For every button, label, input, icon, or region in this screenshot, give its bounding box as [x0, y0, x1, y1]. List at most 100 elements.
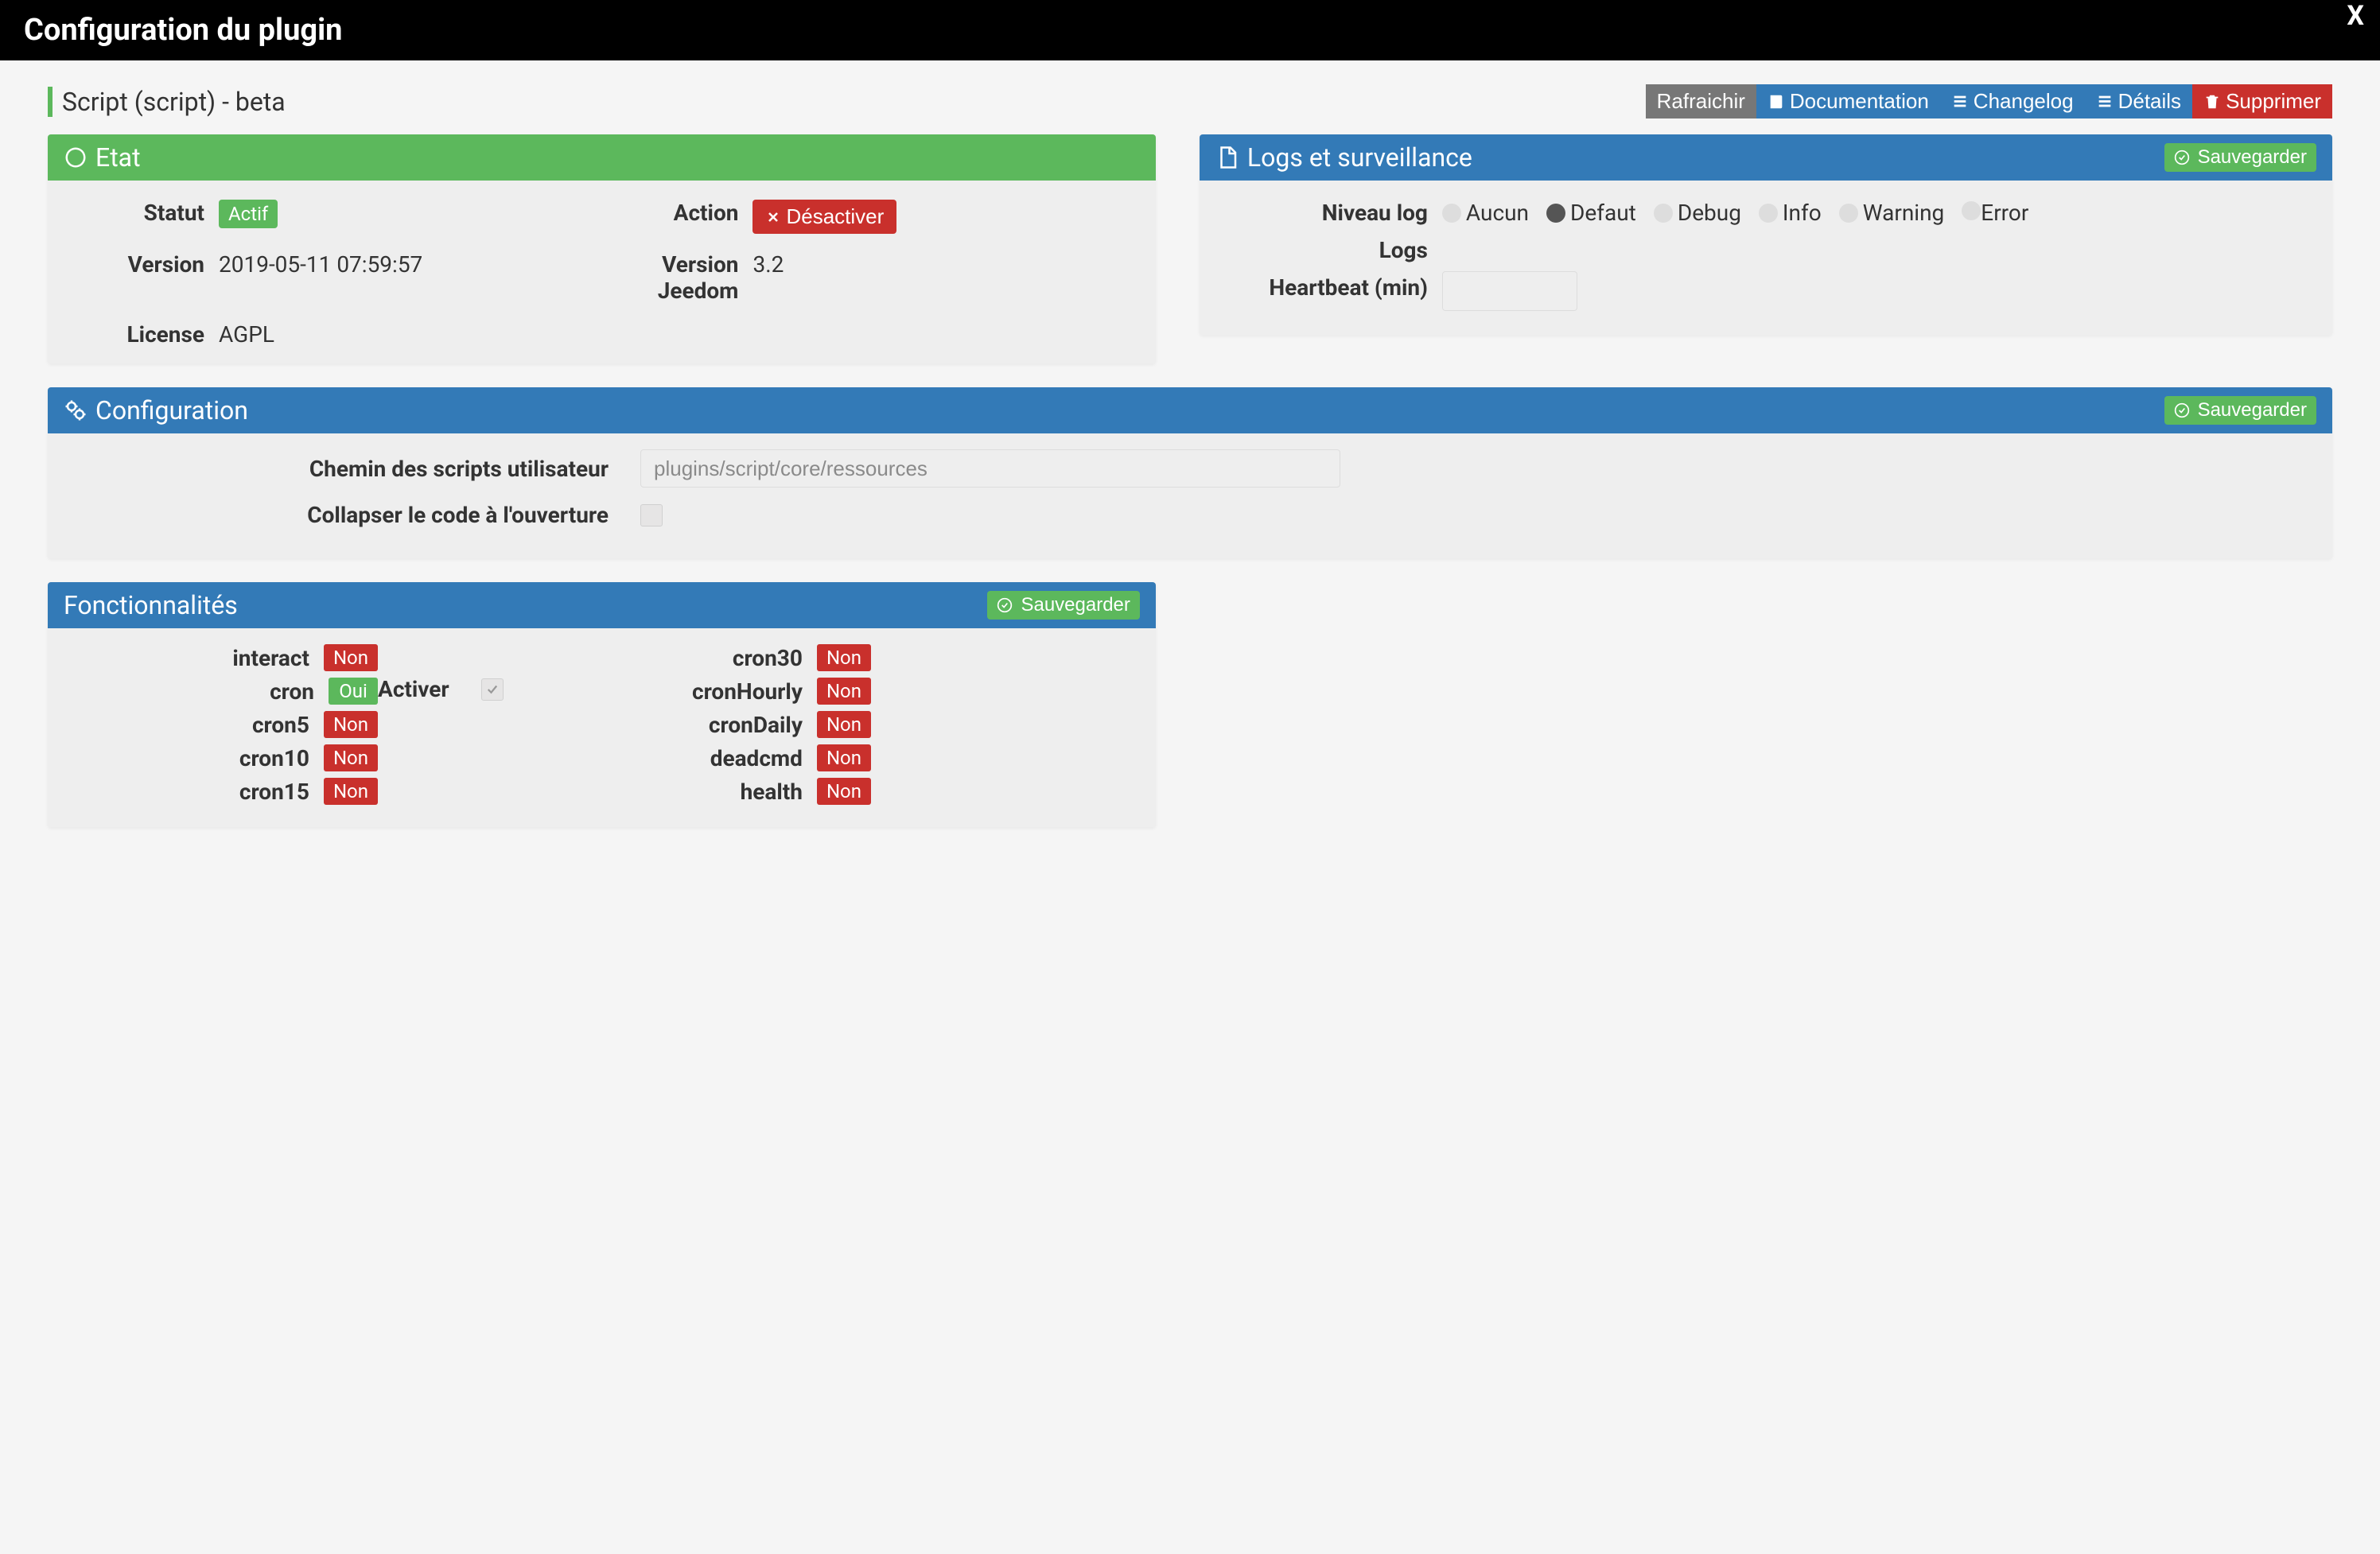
log-level-info[interactable]: Info [1759, 200, 1822, 226]
documentation-button[interactable]: Documentation [1756, 84, 1940, 118]
functionality-row-cron10: cron10Non [68, 744, 378, 771]
functionality-badge: Non [324, 644, 378, 671]
close-icon[interactable]: X [2347, 0, 2364, 32]
cross-icon [765, 209, 781, 225]
configuration-heading-label: Configuration [95, 395, 248, 425]
functionality-label: cron30 [561, 645, 817, 671]
log-level-radios: Aucun Defaut Debug Info Warning Error [1442, 196, 2028, 226]
logs-panel: Logs et surveillance Sauvegarder Niveau … [1200, 134, 2332, 335]
log-level-label: Niveau log [1219, 196, 1442, 226]
power-icon [64, 146, 88, 169]
etat-panel: Etat Statut Actif Action [48, 134, 1156, 363]
config-save-label: Sauvegarder [2198, 399, 2307, 422]
heartbeat-input[interactable] [1442, 271, 1577, 311]
functionality-heading: Fonctionnalités Sauvegarder [48, 582, 1156, 628]
plugin-title: Script (script) - beta [48, 87, 286, 117]
jeedom-version-value: 3.2 [752, 248, 1135, 278]
functionality-badge: Non [817, 744, 871, 771]
check-circle-icon [2174, 150, 2190, 165]
logs-heading: Logs et surveillance Sauvegarder [1200, 134, 2332, 181]
functionality-label: cron15 [68, 779, 324, 805]
functionality-label: cron [68, 678, 329, 705]
collapse-checkbox[interactable] [640, 504, 663, 526]
refresh-button-label: Rafraichir [1657, 89, 1745, 114]
functionality-badge: Non [324, 778, 378, 805]
functionality-badge: Non [817, 644, 871, 671]
functionality-row-cron30: cron30Non [561, 644, 871, 671]
log-level-error[interactable]: Error [1962, 200, 2028, 226]
log-level-none[interactable]: Aucun [1442, 200, 1529, 226]
delete-button[interactable]: Supprimer [2192, 84, 2332, 118]
functionality-row-cron5: cron5Non [68, 711, 378, 738]
functionality-row-cronHourly: cronHourlyNon [561, 678, 871, 705]
functionality-badge: Non [324, 744, 378, 771]
file-icon [1215, 146, 1239, 169]
book-icon [1768, 93, 1785, 111]
functionality-save-button[interactable]: Sauvegarder [987, 591, 1139, 620]
action-label: Action [601, 196, 752, 226]
status-label: Statut [68, 196, 219, 226]
logs-heading-label: Logs et surveillance [1247, 142, 1472, 173]
functionality-panel: Fonctionnalités Sauvegarder interactNonc… [48, 582, 1156, 827]
functionality-label: interact [68, 645, 324, 671]
collapse-label: Collapser le code à l'ouverture [68, 502, 640, 528]
functionality-row-cron: cronOui [68, 678, 378, 705]
log-level-default[interactable]: Defaut [1546, 200, 1636, 226]
activate-checkbox[interactable] [481, 678, 504, 701]
script-path-input[interactable] [640, 449, 1340, 488]
functionality-badge: Non [817, 778, 871, 805]
etat-heading: Etat [48, 134, 1156, 181]
top-button-group: Rafraichir Documentation Changelog Détai… [1646, 84, 2332, 118]
info-icon [2096, 93, 2114, 111]
functionality-badge: Non [817, 711, 871, 738]
dialog-header: Configuration du plugin X [0, 0, 2380, 60]
config-save-button[interactable]: Sauvegarder [2164, 396, 2316, 425]
etat-heading-label: Etat [95, 142, 141, 173]
license-value: AGPL [219, 318, 601, 348]
functionality-label: deadcmd [561, 745, 817, 771]
version-label: Version [68, 248, 219, 278]
trash-icon [2203, 93, 2221, 111]
details-button-label: Détails [2118, 89, 2181, 114]
script-path-label: Chemin des scripts utilisateur [68, 456, 640, 482]
dialog-title: Configuration du plugin [24, 13, 342, 48]
details-button[interactable]: Détails [2085, 84, 2192, 118]
functionality-heading-label: Fonctionnalités [64, 590, 238, 620]
configuration-panel: Configuration Sauvegarder Chemin des scr… [48, 387, 2332, 558]
status-badge: Actif [219, 200, 278, 228]
jeedom-version-label: Version Jeedom [601, 248, 752, 304]
list-icon [1951, 93, 1969, 111]
functionality-badge: Oui [329, 678, 378, 705]
logs-save-button[interactable]: Sauvegarder [2164, 143, 2316, 172]
refresh-button[interactable]: Rafraichir [1646, 84, 1756, 118]
functionality-label: cron10 [68, 745, 324, 771]
functionality-row-health: healthNon [561, 778, 871, 805]
check-circle-icon [997, 597, 1013, 613]
license-label: License [68, 318, 219, 348]
functionality-save-label: Sauvegarder [1021, 594, 1130, 616]
deactivate-button-label: Désactiver [786, 204, 884, 229]
activate-label: Activer [378, 676, 449, 702]
deactivate-button[interactable]: Désactiver [752, 200, 896, 234]
gears-icon [64, 398, 88, 422]
functionality-label: cronHourly [561, 678, 817, 705]
changelog-button[interactable]: Changelog [1940, 84, 2085, 118]
functionality-row-cron15: cron15Non [68, 778, 378, 805]
changelog-button-label: Changelog [1974, 89, 2074, 114]
configuration-heading: Configuration Sauvegarder [48, 387, 2332, 433]
functionality-left-column: interactNoncronOuicron5Noncron10Noncron1… [68, 644, 378, 811]
documentation-button-label: Documentation [1790, 89, 1929, 114]
logs-save-label: Sauvegarder [2198, 146, 2307, 169]
delete-button-label: Supprimer [2226, 89, 2321, 114]
heartbeat-label: Heartbeat (min) [1219, 271, 1442, 311]
log-level-warning[interactable]: Warning [1839, 200, 1945, 226]
version-value: 2019-05-11 07:59:57 [219, 248, 601, 278]
functionality-row-cronDaily: cronDailyNon [561, 711, 871, 738]
functionality-label: cronDaily [561, 712, 817, 738]
functionality-label: health [561, 779, 817, 805]
functionality-row-deadcmd: deadcmdNon [561, 744, 871, 771]
logs-label: Logs [1219, 234, 1442, 263]
check-circle-icon [2174, 402, 2190, 418]
log-level-debug[interactable]: Debug [1654, 200, 1741, 226]
functionality-label: cron5 [68, 712, 324, 738]
